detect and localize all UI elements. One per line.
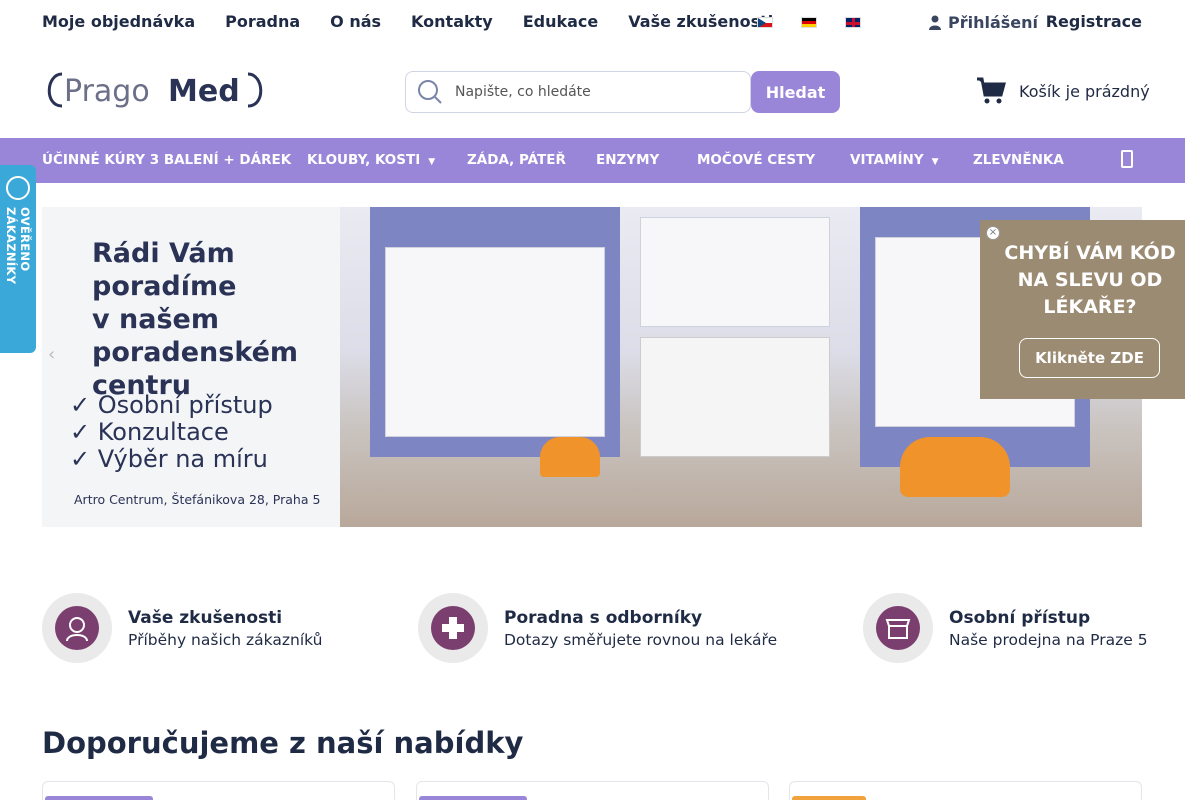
- login-link[interactable]: Přihlášení: [928, 13, 1038, 32]
- popup-button[interactable]: Klikněte ZDE: [1019, 338, 1160, 378]
- banner-benefit-list: ✓ Osobní přístup ✓ Konzultace ✓ Výběr na…: [70, 392, 273, 473]
- section-title: Doporučujeme z naší nabídky: [42, 726, 524, 760]
- top-bar: Moje objednávka Poradna O nás Kontakty E…: [0, 0, 1200, 45]
- topnav-experiences[interactable]: Vaše zkušenosti: [628, 12, 773, 31]
- feature-subtitle: Příběhy našich zákazníků: [128, 630, 323, 649]
- nav-item-treatments[interactable]: ÚČINNÉ KÚRY 3 BALENÍ + DÁREK: [42, 152, 291, 168]
- topnav-my-order[interactable]: Moje objednávka: [42, 12, 195, 31]
- discount-popup: × CHYBÍ VÁM KÓD NA SLEVU OD LÉKAŘE? Klik…: [980, 220, 1185, 399]
- nav-label: MOČOVÉ CESTY: [697, 152, 816, 168]
- verified-customers-badge[interactable]: OVĚŘENO ZÁKAZNÍKY: [0, 165, 36, 353]
- verified-seal-icon: [6, 176, 30, 200]
- nav-label: ENZYMY: [596, 152, 660, 168]
- search-input[interactable]: [455, 84, 735, 100]
- banner-benefit: ✓ Konzultace: [70, 418, 229, 446]
- customer-icon: [55, 606, 99, 650]
- search-icon: [418, 80, 442, 104]
- product-card[interactable]: [416, 781, 769, 800]
- nav-item-enzymes[interactable]: ENZYMY: [596, 152, 659, 168]
- nav-item-back[interactable]: ZÁDA, PÁTEŘ: [467, 152, 566, 168]
- login-label: Přihlášení: [948, 13, 1039, 32]
- medical-cross-icon: [431, 606, 475, 650]
- nav-label: ZÁDA, PÁTEŘ: [467, 152, 566, 168]
- more-menu-icon[interactable]: [1121, 150, 1133, 168]
- feature-title: Vaše zkušenosti: [128, 607, 283, 628]
- banner-benefit: ✓ Osobní přístup: [70, 391, 273, 419]
- banner-text-panel: Rádi Vám poradíme v našem poradenském ce…: [42, 207, 340, 527]
- nav-item-sale[interactable]: ZLEVNĚNKA: [973, 152, 1064, 168]
- slider-prev-icon[interactable]: ‹: [48, 344, 74, 380]
- feature-icon-circle: [863, 593, 933, 663]
- nav-label: ÚČINNÉ KÚRY 3 BALENÍ + DÁREK: [42, 152, 292, 168]
- language-switcher: [757, 17, 861, 28]
- photo-chair: [540, 437, 600, 477]
- nav-item-urinary[interactable]: MOČOVÉ CESTY: [697, 152, 815, 168]
- banner-title-line: poradenském: [92, 337, 299, 368]
- verified-label: OVĚŘENO ZÁKAZNÍKY: [4, 207, 32, 285]
- banner-title-line: poradíme: [92, 271, 237, 302]
- user-icon: [929, 15, 941, 30]
- photo-shelf: [640, 217, 830, 327]
- popup-text: CHYBÍ VÁM KÓD NA SLEVU OD LÉKAŘE?: [1004, 242, 1176, 318]
- search-box: [405, 71, 751, 113]
- hero-banner[interactable]: Rádi Vám poradíme v našem poradenském ce…: [42, 207, 1142, 527]
- feature-title: Poradna s odborníky: [504, 607, 703, 628]
- czech-flag-icon[interactable]: [757, 17, 773, 28]
- close-icon[interactable]: ×: [986, 226, 1000, 240]
- cart-label: Košík je prázdný: [1019, 81, 1150, 101]
- topnav-advice[interactable]: Poradna: [225, 12, 300, 31]
- feature-subtitle: Naše prodejna na Praze 5: [949, 630, 1148, 649]
- feature-subtitle: Dotazy směřujete rovnou na lekáře: [504, 630, 778, 649]
- topnav-contacts[interactable]: Kontakty: [411, 12, 493, 31]
- nav-item-joints[interactable]: KLOUBY, KOSTI ▼: [307, 152, 435, 168]
- feature-title: Osobní přístup: [949, 607, 1091, 628]
- photo-chair: [900, 437, 1010, 497]
- german-flag-icon[interactable]: [801, 17, 817, 28]
- product-tag: [45, 796, 153, 800]
- banner-title: Rádi Vám poradíme v našem poradenském ce…: [92, 237, 298, 402]
- product-card[interactable]: [42, 781, 395, 800]
- feature-advice[interactable]: Poradna s odborníky Dotazy směřujete rov…: [418, 593, 777, 663]
- cart[interactable]: Košík je prázdný: [975, 76, 1150, 106]
- nav-item-vitamins[interactable]: VITAMÍNY ▼: [850, 152, 939, 168]
- topnav-about[interactable]: O nás: [330, 12, 381, 31]
- svg-text:Prago: Prago: [64, 74, 150, 109]
- top-navigation: Moje objednávka Poradna O nás Kontakty E…: [42, 12, 803, 31]
- product-tag: [792, 796, 866, 800]
- topnav-education[interactable]: Edukace: [523, 12, 599, 31]
- english-flag-icon[interactable]: [845, 17, 861, 28]
- feature-icon-circle: [42, 593, 112, 663]
- nav-label: VITAMÍNY: [850, 152, 924, 168]
- feature-icon-circle: [418, 593, 488, 663]
- register-link[interactable]: Registrace: [1046, 12, 1142, 31]
- nav-label: KLOUBY, KOSTI: [307, 152, 421, 168]
- svg-text:Med: Med: [168, 74, 240, 109]
- product-tag: [419, 796, 527, 800]
- feature-personal[interactable]: Osobní přístup Naše prodejna na Praze 5: [863, 593, 1148, 663]
- main-navigation: ÚČINNÉ KÚRY 3 BALENÍ + DÁREK KLOUBY, KOS…: [0, 138, 1185, 183]
- nav-label: ZLEVNĚNKA: [973, 152, 1064, 168]
- search-button[interactable]: Hledat: [751, 71, 840, 113]
- cart-icon: [977, 77, 1006, 104]
- photo-shelf: [385, 247, 605, 437]
- feature-experiences[interactable]: Vaše zkušenosti Příběhy našich zákazníků: [42, 593, 322, 663]
- photo-counter: [640, 337, 830, 457]
- banner-benefit: ✓ Výběr na míru: [70, 445, 268, 473]
- store-icon: [876, 606, 920, 650]
- chevron-down-icon: ▼: [931, 157, 939, 167]
- banner-address: Artro Centrum, Štefánikova 28, Praha 5: [74, 492, 321, 507]
- product-card[interactable]: [789, 781, 1142, 800]
- chevron-down-icon: ▼: [428, 157, 436, 167]
- banner-title-line: v našem: [92, 304, 219, 335]
- banner-title-line: Rádi Vám: [92, 238, 235, 269]
- pragomed-logo[interactable]: Prago Med: [42, 70, 268, 110]
